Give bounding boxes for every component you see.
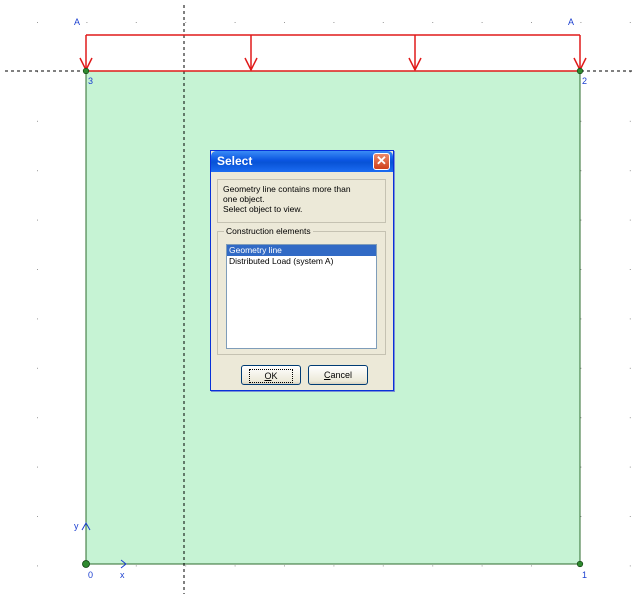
- grid-dot: [284, 22, 285, 23]
- grid-dot: [37, 565, 38, 567]
- geometry-node: [576, 67, 584, 75]
- grid-dot: [234, 22, 236, 23]
- grid-dot: [580, 269, 582, 270]
- cancel-button[interactable]: Cancel: [308, 365, 368, 385]
- grid-dot: [86, 22, 88, 23]
- grid-dot: [37, 417, 38, 419]
- grid-dot: [37, 120, 38, 122]
- grid-dot: [37, 466, 38, 468]
- grid-dot: [629, 367, 631, 369]
- grid-dot: [629, 417, 631, 419]
- grid-dot: [629, 71, 631, 73]
- construction-elements-group: Construction elements Geometry line Dist…: [217, 226, 386, 355]
- grid-dot: [580, 22, 582, 23]
- message-line: Geometry line contains more than: [223, 184, 351, 194]
- select-dialog: Select ✕ Geometry line contains more tha…: [210, 150, 394, 391]
- ok-button[interactable]: OK: [241, 365, 301, 385]
- grid-dot: [580, 318, 582, 320]
- x-axis-label: x: [120, 570, 125, 580]
- dialog-message: Geometry line contains more than one obj…: [217, 179, 386, 223]
- dialog-title-bar[interactable]: Select ✕: [211, 151, 393, 172]
- grid-dot: [37, 71, 38, 73]
- dialog-title: Select: [217, 154, 253, 168]
- grid-dot: [580, 120, 582, 122]
- node-label-0: 0: [88, 570, 94, 580]
- grid-dot: [580, 219, 582, 221]
- grid-dot: [37, 318, 38, 320]
- grid-dot: [284, 565, 285, 567]
- grid-dot: [629, 318, 631, 320]
- y-axis-label: y: [74, 521, 79, 531]
- grid-dot: [37, 367, 38, 369]
- node-label-2: 2: [582, 76, 588, 86]
- list-item-geometry-line[interactable]: Geometry line: [227, 245, 376, 256]
- grid-dot: [629, 170, 631, 172]
- list-item-distributed-load[interactable]: Distributed Load (system A): [227, 256, 376, 267]
- grid-dot: [481, 22, 483, 23]
- grid-dot: [432, 22, 434, 23]
- grid-dot: [629, 219, 631, 221]
- load-system-label-right: A: [568, 17, 575, 27]
- grid-dot: [37, 22, 38, 23]
- grid-dot: [432, 565, 434, 567]
- grid-dot: [333, 22, 335, 23]
- grid-dot: [629, 22, 631, 23]
- grid-dot: [185, 22, 187, 23]
- message-line: one object.: [223, 194, 265, 204]
- grid-dot: [629, 516, 631, 517]
- grid-dot: [234, 565, 236, 567]
- grid-dot: [580, 417, 582, 419]
- grid-dot: [629, 466, 631, 468]
- grid-dot: [580, 367, 582, 369]
- grid-dot: [382, 565, 384, 567]
- grid-dot: [629, 269, 631, 270]
- grid-dot: [37, 516, 38, 517]
- grid-dot: [629, 120, 631, 122]
- load-system-label-left: A: [74, 17, 81, 27]
- grid-dot: [580, 516, 582, 517]
- grid-dot: [135, 22, 137, 23]
- group-label: Construction elements: [224, 226, 313, 236]
- construction-elements-list[interactable]: Geometry line Distributed Load (system A…: [226, 244, 377, 349]
- ok-button-label: OK: [249, 369, 293, 383]
- grid-dot: [37, 170, 38, 172]
- origin-node: [82, 560, 90, 568]
- geometry-node: [576, 560, 584, 568]
- node-label-3: 3: [88, 76, 94, 86]
- grid-dot: [37, 219, 38, 221]
- grid-dot: [629, 565, 631, 567]
- grid-dot: [531, 22, 532, 23]
- close-icon[interactable]: ✕: [373, 153, 390, 170]
- grid-dot: [382, 22, 384, 23]
- message-line: Select object to view.: [223, 204, 303, 214]
- geometry-node: [82, 67, 90, 75]
- grid-dot: [580, 170, 582, 172]
- node-label-1: 1: [582, 570, 588, 580]
- grid-dot: [37, 269, 38, 270]
- distributed-load[interactable]: [79, 34, 587, 72]
- grid-dot: [481, 565, 483, 567]
- grid-dot: [135, 565, 137, 567]
- grid-dot: [185, 565, 187, 567]
- grid-dot: [333, 565, 335, 567]
- grid-dot: [531, 565, 532, 567]
- grid-dot: [580, 466, 582, 468]
